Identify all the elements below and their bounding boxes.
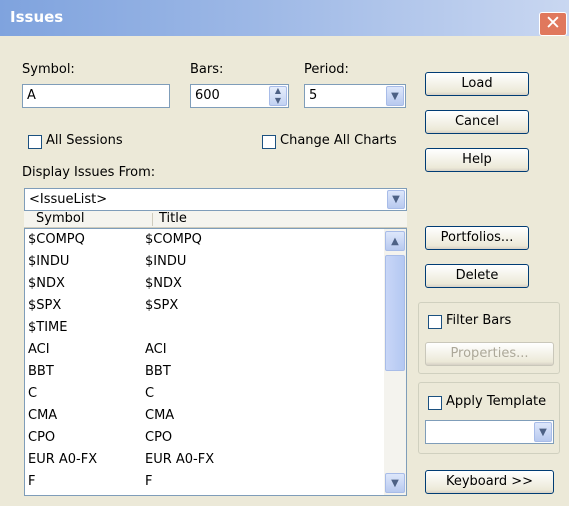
column-header-title[interactable]: Title xyxy=(159,211,187,226)
all-sessions-checkbox[interactable] xyxy=(28,135,42,149)
symbol-input[interactable]: A xyxy=(22,84,170,108)
issue-source-value: <IssueList> xyxy=(29,192,108,207)
apply-template-checkbox[interactable] xyxy=(428,396,442,410)
window-title: Issues xyxy=(10,8,64,26)
list-item[interactable]: FF xyxy=(28,474,383,494)
help-button[interactable]: Help xyxy=(425,148,529,172)
list-item[interactable]: $COMPQ $COMPQ xyxy=(28,232,383,252)
list-item[interactable]: $TIME xyxy=(28,320,383,340)
scrollbar-thumb[interactable] xyxy=(385,255,405,371)
properties-button[interactable]: Properties... xyxy=(425,342,554,366)
list-item[interactable]: CMA CMA xyxy=(28,408,383,428)
load-button[interactable]: Load xyxy=(425,72,529,96)
filter-bars-checkbox[interactable] xyxy=(428,315,442,329)
list-item[interactable]: $NDX $NDX xyxy=(28,276,383,296)
list-item[interactable]: $SPX $SPX xyxy=(28,298,383,318)
bars-label: Bars: xyxy=(190,62,224,77)
change-all-charts-checkbox[interactable] xyxy=(262,135,276,149)
bars-stepper[interactable]: 600 ▲ ▼ xyxy=(190,84,289,108)
list-item[interactable]: CC xyxy=(28,386,383,406)
period-select[interactable]: 5 ▼ xyxy=(304,84,406,108)
delete-button[interactable]: Delete xyxy=(425,264,529,288)
chevron-down-icon[interactable]: ▼ xyxy=(386,86,404,106)
portfolios-button[interactable]: Portfolios... xyxy=(425,226,529,250)
spinner-arrows-icon[interactable]: ▲ ▼ xyxy=(269,86,287,106)
period-value: 5 xyxy=(309,88,318,103)
all-sessions-label: All Sessions xyxy=(46,133,123,148)
column-header-symbol[interactable]: Symbol xyxy=(36,211,84,226)
symbol-label: Symbol: xyxy=(22,62,75,77)
close-icon[interactable]: ✕ xyxy=(539,12,567,36)
column-divider[interactable] xyxy=(152,213,153,226)
title-bar: Issues ✕ xyxy=(0,0,569,36)
cancel-button[interactable]: Cancel xyxy=(425,110,529,134)
keyboard-button[interactable]: Keyboard >> xyxy=(425,470,554,494)
vertical-scrollbar[interactable]: ▲ ▼ xyxy=(384,229,406,495)
change-all-charts-label: Change All Charts xyxy=(280,133,397,148)
scroll-up-icon[interactable]: ▲ xyxy=(385,231,405,251)
list-item[interactable]: CPO CPO xyxy=(28,430,383,450)
period-label: Period: xyxy=(304,62,349,77)
issue-source-select[interactable]: <IssueList> ▼ xyxy=(24,188,407,211)
chevron-down-icon[interactable]: ▼ xyxy=(387,190,405,209)
template-select[interactable]: ▼ xyxy=(425,420,554,444)
list-item[interactable]: ACI ACI xyxy=(28,342,383,362)
list-item[interactable]: EUR A0-FX EUR A0-FX xyxy=(28,452,383,472)
display-issues-from-label: Display Issues From: xyxy=(22,165,156,180)
issues-dialog: Issues ✕ Symbol: A Bars: 600 ▲ ▼ Period:… xyxy=(0,0,569,506)
apply-template-label: Apply Template xyxy=(446,394,547,409)
bars-value: 600 xyxy=(195,88,220,103)
list-item[interactable]: $INDU $INDU xyxy=(28,254,383,274)
list-item[interactable]: BBT BBT xyxy=(28,364,383,384)
list-header: Symbol Title xyxy=(24,211,407,228)
chevron-down-icon[interactable]: ▼ xyxy=(534,422,552,442)
issues-list[interactable]: $COMPQ $COMPQ $INDU $INDU $NDX $NDX $SPX $SP… xyxy=(24,228,407,496)
filter-bars-label: Filter Bars xyxy=(446,313,512,328)
scroll-down-icon[interactable]: ▼ xyxy=(385,473,405,493)
